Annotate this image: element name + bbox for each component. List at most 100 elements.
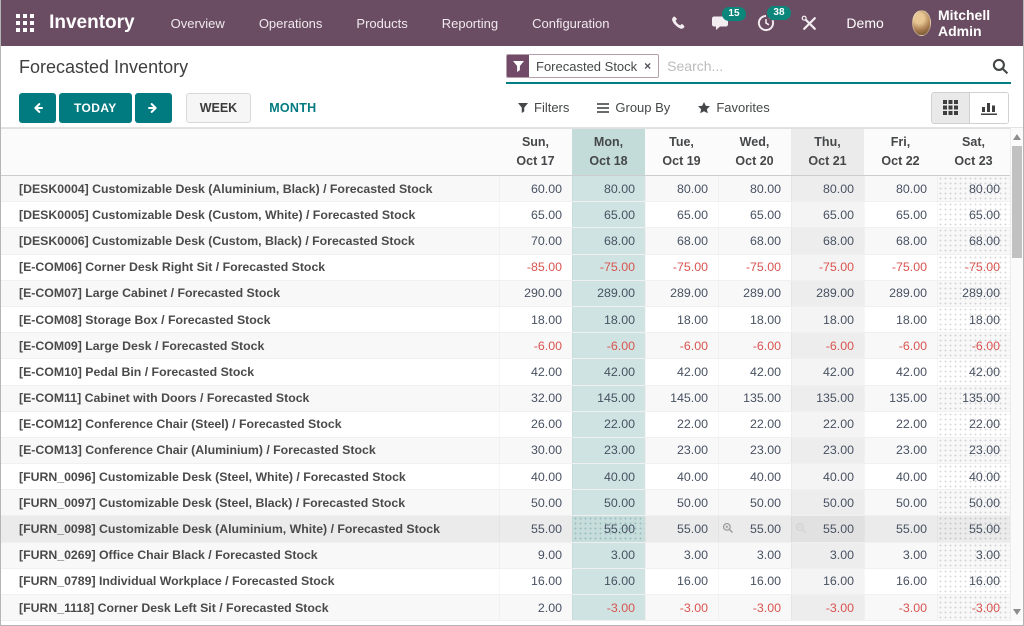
grid-cell[interactable]: 18.00 xyxy=(937,307,1010,332)
grid-cell[interactable]: 289.00 xyxy=(718,281,791,306)
grid-cell[interactable]: 3.00 xyxy=(864,543,937,568)
grid-cell[interactable]: 3.00 xyxy=(718,543,791,568)
zoom-in-icon[interactable] xyxy=(722,522,734,537)
grid-cell[interactable]: 50.00 xyxy=(645,490,718,515)
grid-cell[interactable]: 55.00 xyxy=(572,516,645,541)
scrollbar-down-arrow[interactable] xyxy=(1011,605,1023,619)
grid-cell[interactable]: 80.00 xyxy=(718,176,791,201)
grid-cell[interactable]: 16.00 xyxy=(937,569,1010,594)
grid-cell[interactable]: 50.00 xyxy=(499,490,572,515)
messages-badge[interactable]: 15 xyxy=(722,7,745,21)
zoom-in-icon[interactable] xyxy=(795,522,807,537)
grid-cell[interactable]: 30.00 xyxy=(499,438,572,463)
grid-cell[interactable]: 80.00 xyxy=(864,176,937,201)
grid-cell[interactable]: -6.00 xyxy=(645,333,718,358)
grid-cell[interactable]: -75.00 xyxy=(937,255,1010,280)
grid-cell[interactable]: 18.00 xyxy=(499,307,572,332)
grid-cell[interactable]: -3.00 xyxy=(864,595,937,620)
grid-cell[interactable]: 32.00 xyxy=(499,386,572,411)
activities-badge[interactable]: 38 xyxy=(767,6,790,20)
grid-cell[interactable]: -75.00 xyxy=(645,255,718,280)
grid-cell[interactable]: 55.00 xyxy=(864,516,937,541)
grid-cell[interactable]: 135.00 xyxy=(864,386,937,411)
grid-cell[interactable]: 42.00 xyxy=(937,359,1010,384)
grid-cell[interactable]: 42.00 xyxy=(718,359,791,384)
grid-cell[interactable]: 18.00 xyxy=(718,307,791,332)
menu-overview[interactable]: Overview xyxy=(171,16,225,31)
next-period-button[interactable] xyxy=(135,93,172,123)
menu-products[interactable]: Products xyxy=(356,16,407,31)
grid-cell[interactable]: -6.00 xyxy=(864,333,937,358)
grid-cell[interactable]: 42.00 xyxy=(645,359,718,384)
grid-cell[interactable]: 135.00 xyxy=(718,386,791,411)
today-button[interactable]: TODAY xyxy=(59,93,132,123)
grid-cell[interactable]: 65.00 xyxy=(572,202,645,227)
grid-cell[interactable]: 16.00 xyxy=(645,569,718,594)
grid-cell[interactable]: 18.00 xyxy=(645,307,718,332)
apps-menu-icon[interactable] xyxy=(15,12,35,34)
grid-cell[interactable]: 22.00 xyxy=(645,412,718,437)
grid-cell[interactable]: 290.00 xyxy=(499,281,572,306)
grid-cell[interactable]: 3.00 xyxy=(572,543,645,568)
grid-cell[interactable]: 16.00 xyxy=(572,569,645,594)
grid-view-button[interactable] xyxy=(932,93,970,123)
search-input[interactable] xyxy=(659,58,992,74)
grid-cell[interactable]: -85.00 xyxy=(499,255,572,280)
grid-cell[interactable]: 40.00 xyxy=(864,464,937,489)
grid-cell[interactable]: -3.00 xyxy=(937,595,1010,620)
grid-cell[interactable]: 50.00 xyxy=(864,490,937,515)
grid-cell[interactable]: -3.00 xyxy=(572,595,645,620)
grid-cell[interactable]: 70.00 xyxy=(499,228,572,253)
grid-cell[interactable]: 289.00 xyxy=(864,281,937,306)
grid-cell[interactable]: 22.00 xyxy=(791,412,864,437)
activities-clock-icon[interactable]: 38 xyxy=(757,14,775,32)
grid-cell[interactable]: 80.00 xyxy=(937,176,1010,201)
grid-cell[interactable]: 68.00 xyxy=(864,228,937,253)
grid-cell[interactable]: 22.00 xyxy=(864,412,937,437)
grid-cell[interactable]: 2.00 xyxy=(499,595,572,620)
grid-cell[interactable]: 80.00 xyxy=(572,176,645,201)
grid-cell[interactable]: 68.00 xyxy=(937,228,1010,253)
grid-cell[interactable]: 65.00 xyxy=(864,202,937,227)
grid-cell[interactable]: 135.00 xyxy=(791,386,864,411)
grid-cell[interactable]: 65.00 xyxy=(718,202,791,227)
grid-cell[interactable]: 3.00 xyxy=(937,543,1010,568)
grid-cell[interactable]: 65.00 xyxy=(499,202,572,227)
filters-menu[interactable]: Filters xyxy=(518,100,569,115)
grid-cell[interactable]: 55.00 xyxy=(791,516,864,541)
grid-cell[interactable]: -6.00 xyxy=(937,333,1010,358)
grid-cell[interactable]: 16.00 xyxy=(791,569,864,594)
scrollbar-up-arrow[interactable] xyxy=(1011,130,1023,144)
grid-cell[interactable]: -75.00 xyxy=(718,255,791,280)
graph-view-button[interactable] xyxy=(970,93,1008,123)
grid-cell[interactable]: 23.00 xyxy=(864,438,937,463)
grid-cell[interactable]: 42.00 xyxy=(499,359,572,384)
grid-cell[interactable]: 23.00 xyxy=(572,438,645,463)
grid-cell[interactable]: 289.00 xyxy=(937,281,1010,306)
grid-cell[interactable]: 42.00 xyxy=(791,359,864,384)
menu-reporting[interactable]: Reporting xyxy=(442,16,498,31)
menu-configuration[interactable]: Configuration xyxy=(532,16,609,31)
grid-cell[interactable]: 65.00 xyxy=(645,202,718,227)
grid-cell[interactable]: 68.00 xyxy=(718,228,791,253)
grid-cell[interactable]: -3.00 xyxy=(645,595,718,620)
grid-cell[interactable]: 68.00 xyxy=(791,228,864,253)
tools-icon[interactable] xyxy=(801,15,818,32)
grid-cell[interactable]: 50.00 xyxy=(791,490,864,515)
grid-cell[interactable]: 40.00 xyxy=(572,464,645,489)
grid-cell[interactable]: 16.00 xyxy=(499,569,572,594)
grid-cell[interactable]: -3.00 xyxy=(791,595,864,620)
grid-cell[interactable]: 26.00 xyxy=(499,412,572,437)
grid-cell[interactable]: 55.00 xyxy=(499,516,572,541)
grid-cell[interactable]: 40.00 xyxy=(718,464,791,489)
grid-cell[interactable]: -6.00 xyxy=(499,333,572,358)
grid-cell[interactable]: 23.00 xyxy=(791,438,864,463)
grid-cell[interactable]: -75.00 xyxy=(864,255,937,280)
grid-cell[interactable]: 22.00 xyxy=(937,412,1010,437)
grid-cell[interactable]: 40.00 xyxy=(791,464,864,489)
grid-cell[interactable]: 50.00 xyxy=(718,490,791,515)
grid-cell[interactable]: 289.00 xyxy=(791,281,864,306)
app-name[interactable]: Inventory xyxy=(49,12,135,34)
grid-cell[interactable]: 55.00 xyxy=(718,516,791,541)
grid-cell[interactable]: -3.00 xyxy=(718,595,791,620)
